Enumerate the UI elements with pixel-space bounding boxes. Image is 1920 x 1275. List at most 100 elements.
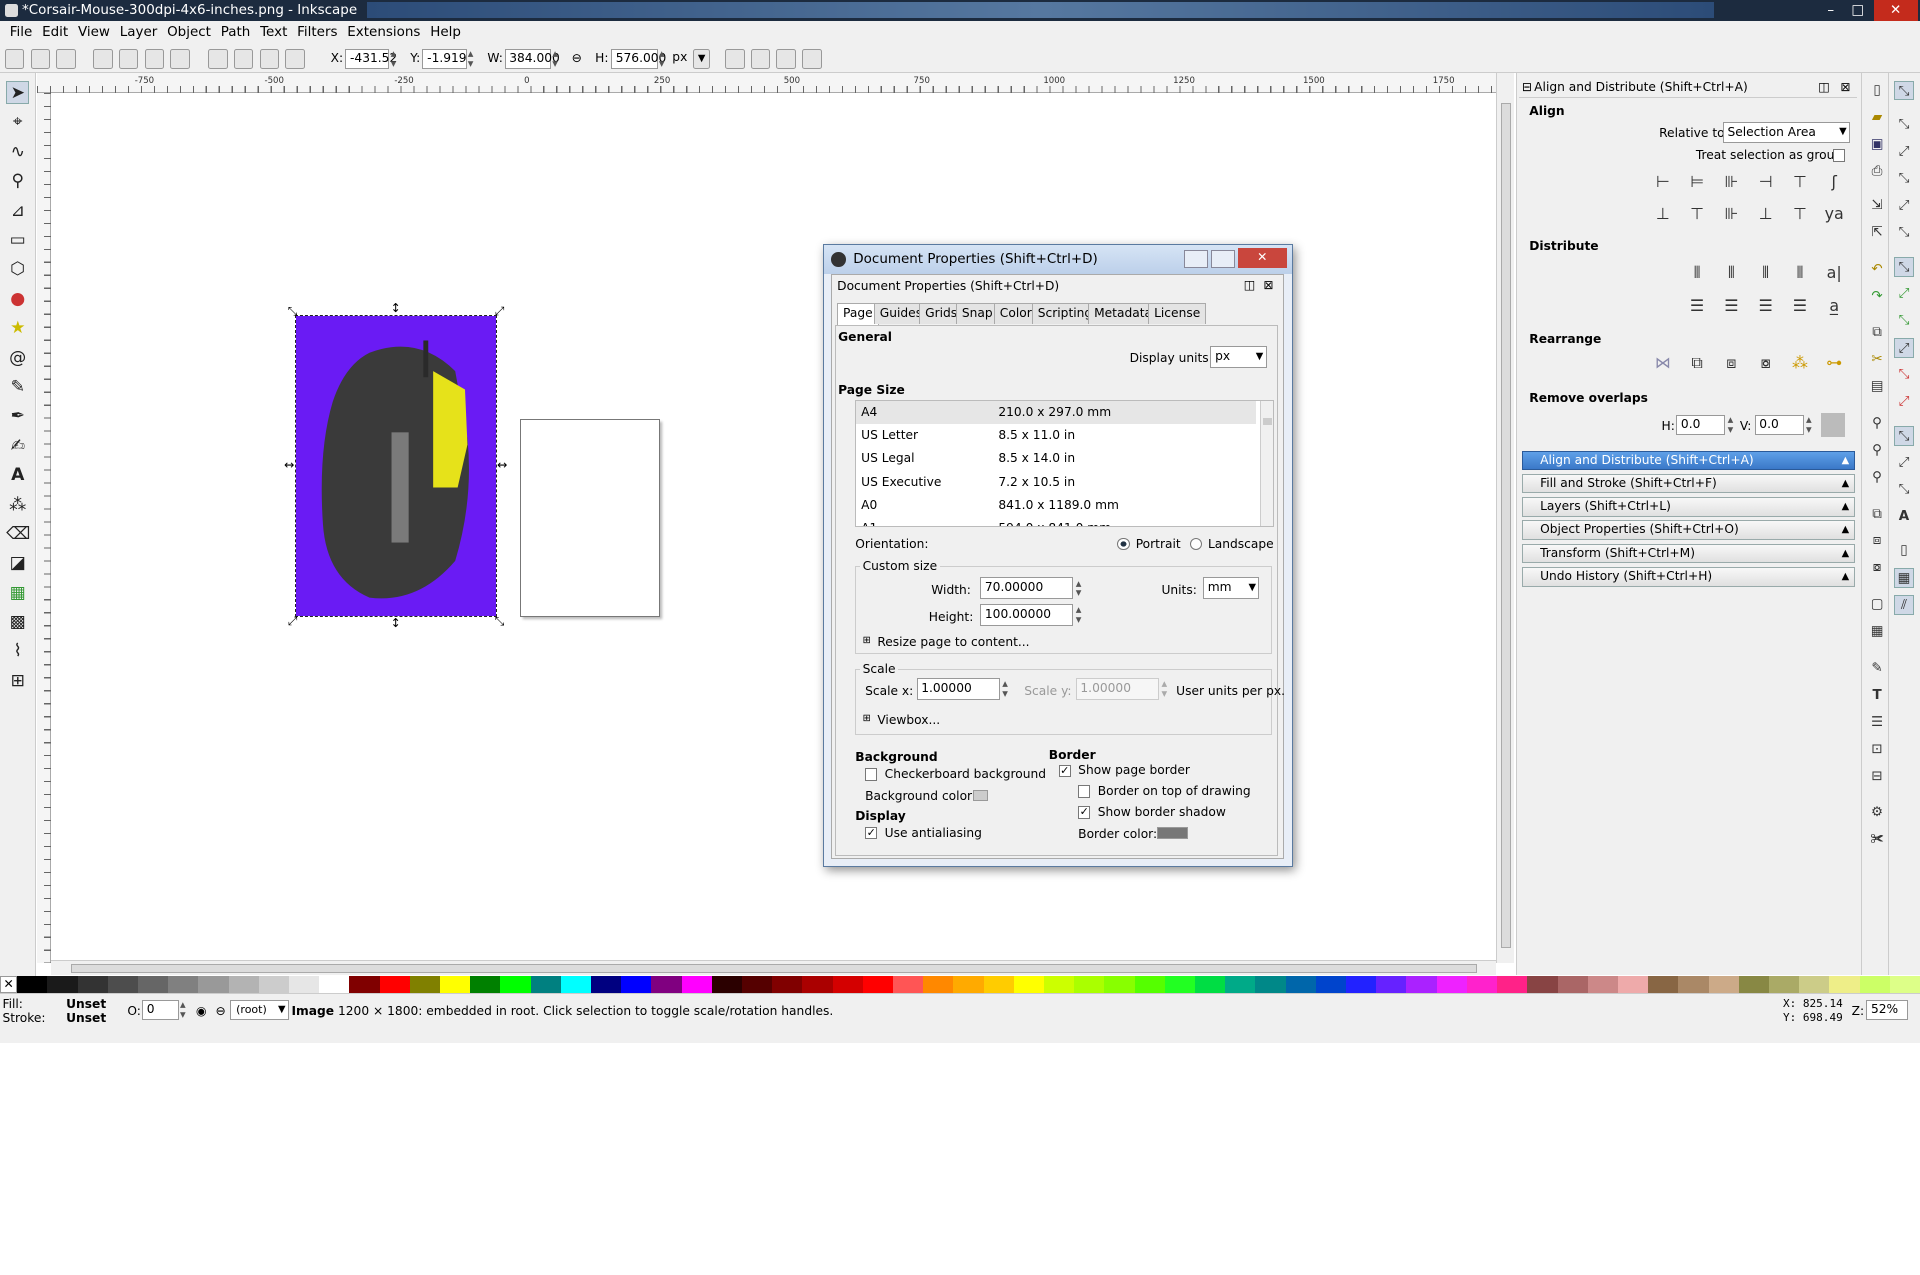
snap-bbox-corner-icon[interactable]: ⤡	[1894, 169, 1914, 189]
exchange-zorder-icon[interactable]: ⧈	[1718, 350, 1745, 377]
dialog-title-bar[interactable]: Document Properties (Shift+Ctrl+D) ✕	[823, 244, 1292, 275]
group-icon[interactable]: ▢	[1867, 595, 1887, 615]
align-text-baseline-icon[interactable]: ya	[1821, 201, 1848, 228]
close-panel-icon[interactable]: ⊠	[1263, 278, 1273, 292]
color-swatch[interactable]	[1346, 976, 1377, 994]
copy-icon[interactable]: ⧉	[1867, 323, 1887, 343]
border-on-top-checkbox[interactable]	[1078, 785, 1091, 798]
scale-handle-icon[interactable]: ⤢	[288, 614, 298, 629]
color-swatch[interactable]	[560, 976, 591, 994]
save-icon[interactable]: ▣	[1867, 135, 1887, 155]
scale-corners-icon[interactable]	[750, 48, 771, 69]
document-properties-icon[interactable]: ✀	[1867, 830, 1887, 850]
unlink-clone-icon[interactable]: ⧇	[1867, 558, 1887, 578]
pen-tool-icon[interactable]: ✒	[6, 405, 29, 428]
distribute-vbaseline-icon[interactable]: a̲	[1821, 293, 1848, 320]
color-swatch[interactable]	[1587, 976, 1618, 994]
exchange-clockwise-icon[interactable]: ⧇	[1752, 350, 1779, 377]
color-swatch[interactable]	[500, 976, 531, 994]
align-right-edges-icon[interactable]: ⊣	[1752, 169, 1779, 196]
fill-value[interactable]: Unset	[66, 997, 106, 1011]
dock-align-distribute[interactable]: Align and Distribute (Shift+Ctrl+A) ▲	[1521, 450, 1856, 471]
color-swatch[interactable]	[893, 976, 924, 994]
distribute-center-icon[interactable]: ⫴	[1718, 260, 1745, 287]
snap-bbox-icon[interactable]: ⤡	[1894, 115, 1914, 135]
align-left-to-right-icon[interactable]: ⊤	[1786, 169, 1813, 196]
snap-paths-icon[interactable]: ⤢	[1894, 284, 1914, 304]
deselect-icon[interactable]	[56, 48, 76, 69]
close-panel-icon[interactable]: ⊠	[1840, 76, 1850, 98]
color-swatch[interactable]	[621, 976, 652, 994]
y-input[interactable]: -1.919	[422, 48, 467, 69]
color-swatch[interactable]	[1225, 976, 1256, 994]
color-swatch[interactable]	[1406, 976, 1437, 994]
color-swatch[interactable]	[1044, 976, 1075, 994]
color-swatch[interactable]	[1285, 976, 1316, 994]
expander-icon[interactable]: ⊞	[863, 635, 871, 646]
color-swatch[interactable]	[953, 976, 984, 994]
color-palette[interactable]: ✕	[0, 976, 1920, 994]
display-units-select[interactable]: px ▼	[1210, 345, 1267, 368]
color-swatch[interactable]	[1678, 976, 1709, 994]
dialog-close-button[interactable]: ✕	[1237, 248, 1287, 268]
snap-object-midpoints-icon[interactable]: ⤢	[1894, 453, 1914, 473]
color-swatch[interactable]	[681, 976, 712, 994]
rectangle-tool-icon[interactable]: ▭	[6, 229, 29, 252]
align-baseline-anchors-icon[interactable]: ʃ	[1821, 169, 1848, 196]
dock-icon[interactable]: ◫	[1818, 76, 1830, 98]
connector-tool-icon[interactable]: ⊞	[6, 670, 29, 693]
snap-rotation-centers-icon[interactable]: ⤡	[1894, 480, 1914, 500]
close-button[interactable]: ✕	[1873, 0, 1918, 21]
overlap-h-input[interactable]: 0.0	[1676, 415, 1726, 435]
paint-bucket-tool-icon[interactable]: ◪	[6, 552, 29, 575]
color-swatch[interactable]	[862, 976, 894, 994]
rotate-cw-icon[interactable]	[118, 48, 139, 69]
height-input[interactable]: 100.00000	[980, 604, 1074, 627]
color-swatch[interactable]	[228, 976, 259, 994]
color-swatch[interactable]	[1376, 976, 1407, 994]
color-swatch[interactable]	[711, 976, 743, 994]
snap-bbox-center-icon[interactable]: ⤡	[1894, 223, 1914, 243]
color-swatch[interactable]	[923, 976, 954, 994]
color-swatch[interactable]	[1104, 976, 1135, 994]
randomize-icon[interactable]: ⁂	[1786, 350, 1813, 377]
distribute-left-icon[interactable]: ⫴	[1684, 260, 1711, 287]
snap-nodes-icon[interactable]: ⤡	[1894, 257, 1914, 277]
text-font-icon[interactable]: T	[1867, 686, 1887, 706]
lock-icon[interactable]: ⊖	[216, 1004, 226, 1018]
dock-object-properties[interactable]: Object Properties (Shift+Ctrl+O) ▲	[1521, 520, 1856, 541]
tweak-tool-icon[interactable]: ∿	[6, 141, 29, 164]
menu-text[interactable]: Text	[255, 21, 292, 44]
menu-layer[interactable]: Layer	[115, 21, 162, 44]
color-swatch[interactable]	[1074, 976, 1105, 994]
height-spinner[interactable]: ▲ ▼	[1076, 605, 1086, 625]
color-swatch[interactable]	[1134, 976, 1165, 994]
flip-vertical-icon[interactable]	[170, 48, 190, 69]
flip-horizontal-icon[interactable]	[144, 48, 165, 69]
color-swatch[interactable]	[1708, 976, 1739, 994]
scale-stroke-icon[interactable]	[724, 48, 745, 69]
opacity-input[interactable]: 0	[142, 1000, 179, 1020]
scrollbar-thumb[interactable]	[1262, 417, 1273, 426]
ungroup-icon[interactable]: ▦	[1867, 622, 1887, 642]
w-spinner[interactable]: ▲ ▼	[552, 49, 562, 69]
unclump-icon[interactable]: ⊶	[1821, 350, 1848, 377]
color-swatch[interactable]	[288, 976, 320, 994]
color-swatch[interactable]	[1859, 976, 1890, 994]
rotate-ccw-icon[interactable]	[93, 48, 113, 69]
x-input[interactable]: -431.52	[345, 48, 397, 69]
scale-x-input[interactable]: 1.00000	[916, 677, 1000, 700]
calligraphy-tool-icon[interactable]: ✍	[6, 435, 29, 458]
distribute-gaps-icon[interactable]: ⫴	[1752, 260, 1779, 287]
snap-cusp-nodes-icon[interactable]: ⤢	[1894, 337, 1914, 358]
color-swatch[interactable]	[651, 976, 682, 994]
background-color-swatch[interactable]	[972, 790, 988, 802]
menu-file[interactable]: File	[5, 21, 37, 44]
align-bottom-edges-icon[interactable]: ⊥	[1752, 201, 1779, 228]
menu-help[interactable]: Help	[425, 21, 466, 44]
spiral-tool-icon[interactable]: @	[6, 347, 29, 370]
3d-box-tool-icon[interactable]: ⬡	[6, 258, 29, 281]
scale-handle-icon[interactable]: ⤡	[288, 304, 298, 319]
pencil-tool-icon[interactable]: ✎	[6, 376, 29, 399]
scale-handle-icon[interactable]: ⤢	[495, 304, 505, 319]
